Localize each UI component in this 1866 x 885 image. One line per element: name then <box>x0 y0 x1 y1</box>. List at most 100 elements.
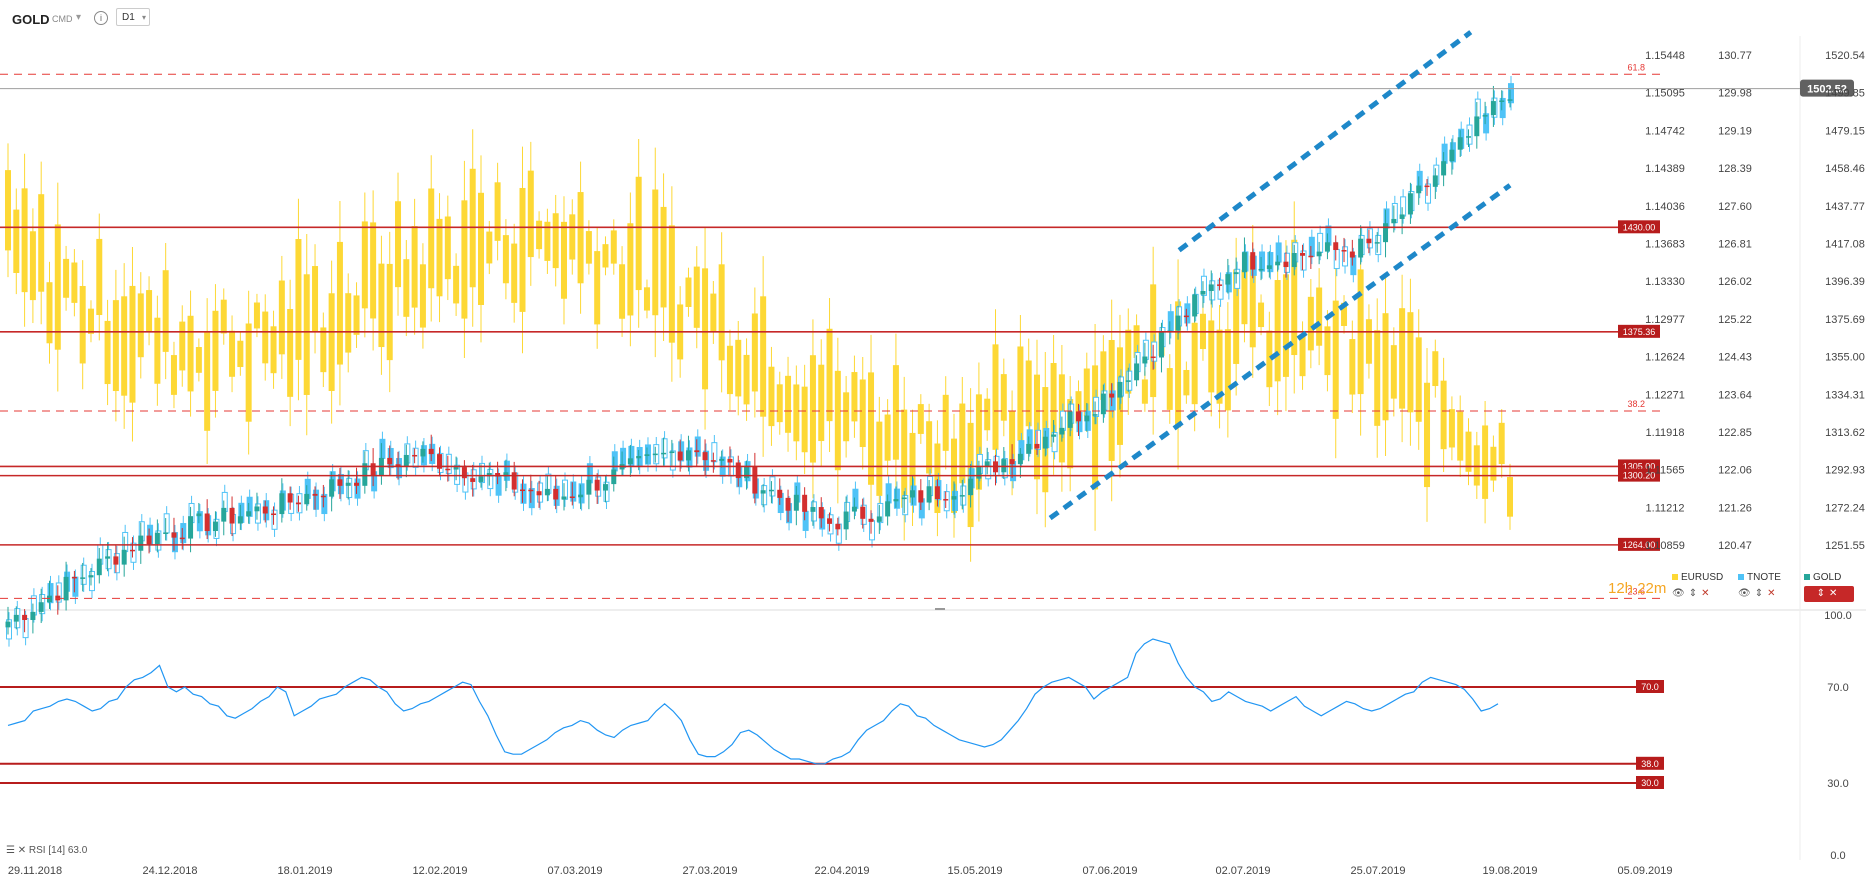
gold-candle <box>934 486 940 500</box>
gold-candle <box>876 516 882 522</box>
gold-axis-tick: 1355.00 <box>1825 352 1865 364</box>
eurusd-candle <box>195 347 202 373</box>
eurusd-candle <box>668 225 675 343</box>
eurusd-candle <box>594 251 601 325</box>
gold-candle <box>926 486 932 503</box>
tnote-candle <box>611 451 618 472</box>
eurusd-axis-tick: 1.11212 <box>1646 502 1685 514</box>
eurusd-candle <box>751 313 758 392</box>
gold-candle <box>212 521 218 532</box>
eurusd-candle <box>328 293 335 392</box>
up-down-arrows-icon[interactable]: ⇕ <box>1817 588 1829 599</box>
eurusd-candle <box>685 277 692 307</box>
x-axis-tick: 15.05.2019 <box>947 865 1002 877</box>
eurusd-candle <box>96 238 103 316</box>
gold-candle <box>1117 381 1123 398</box>
rsi-indicator-label[interactable]: ☰ ✕ RSI [14] 63.0 <box>6 845 87 856</box>
gold-candle <box>154 532 160 544</box>
close-icon[interactable]: ✕ <box>1701 588 1713 599</box>
close-icon[interactable]: ✕ <box>1767 588 1779 599</box>
tnote-candle <box>852 488 859 509</box>
gold-candle <box>1084 415 1090 422</box>
gold-candle <box>976 466 982 479</box>
gold-candle <box>345 482 351 486</box>
legend-item-eurusd[interactable]: EURUSD 👁⇕✕ <box>1672 572 1728 599</box>
tnote-candle <box>88 570 95 592</box>
gold-candle <box>88 575 94 578</box>
gold-candle <box>1291 253 1297 268</box>
eurusd-candle <box>146 290 153 332</box>
eurusd-candle <box>1365 319 1372 364</box>
rsi-label-text: RSI [14] 63.0 <box>28 845 88 856</box>
eurusd-axis-tick: 1.14742 <box>1645 125 1685 137</box>
tnote-candle <box>1167 311 1174 332</box>
up-down-arrows-icon[interactable]: ⇕ <box>1689 588 1701 599</box>
eurusd-candle <box>478 192 485 306</box>
gold-axis-tick: 1479.15 <box>1825 125 1865 137</box>
eurusd-candle <box>1307 296 1314 351</box>
legend-item-gold[interactable]: GOLD <box>1804 572 1860 583</box>
eurusd-candle <box>237 340 244 368</box>
eurusd-candle <box>1349 339 1356 395</box>
gold-candle <box>1208 284 1214 292</box>
gold-candle <box>295 502 301 505</box>
gold-candle <box>1275 261 1281 266</box>
eye-icon[interactable]: 👁 <box>1738 588 1755 599</box>
indicator-menu-icon[interactable]: ☰ ✕ <box>6 845 29 856</box>
pane-resize-handle[interactable] <box>935 608 945 610</box>
gold-candle <box>428 448 434 455</box>
tnote-candle <box>1317 232 1324 254</box>
up-down-arrows-icon[interactable]: ⇕ <box>1755 588 1767 599</box>
eurusd-candle <box>137 293 144 358</box>
rsi-axis-tick: 100.0 <box>1824 610 1852 622</box>
eurusd-candle <box>312 266 319 332</box>
legend-item-tnote[interactable]: TNOTE 👁⇕✕ <box>1738 572 1794 599</box>
eurusd-candle <box>287 309 294 397</box>
gold-candle <box>453 467 459 470</box>
eurusd-candle <box>204 331 211 431</box>
eurusd-axis-tick: 1.12271 <box>1645 389 1685 401</box>
gold-candle <box>594 479 600 491</box>
tnote-candle <box>943 491 950 512</box>
close-icon[interactable]: ✕ <box>1829 588 1841 599</box>
candle-countdown: 12h 22m <box>1608 580 1667 597</box>
eye-icon[interactable]: 👁 <box>1672 588 1689 599</box>
eurusd-candle <box>984 398 991 431</box>
gold-candle <box>910 490 916 498</box>
gold-candle <box>694 450 700 453</box>
tnote-candle <box>885 483 892 504</box>
gold-candle <box>1142 356 1148 364</box>
eurusd-candle <box>395 201 402 288</box>
gold-candle <box>354 482 360 486</box>
tnote-candle <box>271 509 278 530</box>
gold-candle <box>661 452 667 455</box>
eurusd-axis-tick: 1.13330 <box>1645 276 1685 288</box>
price-chart[interactable]: 1430.001375.361305.001300.201264.0061.83… <box>0 0 1866 885</box>
gold-candle <box>1424 185 1430 188</box>
eurusd-candle <box>1457 411 1464 461</box>
gold-candle <box>1507 99 1513 101</box>
gold-candle <box>752 466 758 494</box>
eurusd-candle <box>262 311 269 364</box>
level-tag-label: 1430.00 <box>1623 222 1656 232</box>
eurusd-candle <box>519 187 526 312</box>
gold-legend-controls[interactable]: ⇕✕ <box>1804 586 1854 602</box>
eurusd-candle <box>502 235 509 284</box>
gold-candle <box>1175 315 1181 331</box>
tnote-candle <box>1366 228 1373 249</box>
x-axis-tick: 25.07.2019 <box>1350 865 1405 877</box>
gold-candle <box>602 484 608 491</box>
tnote-candle <box>495 475 502 496</box>
eurusd-candle <box>959 403 966 484</box>
eurusd-candle <box>760 296 767 417</box>
gold-candle <box>1009 459 1015 465</box>
tnote-candle <box>354 478 361 499</box>
eurusd-candle <box>79 285 86 364</box>
gold-candle <box>80 577 86 579</box>
eurusd-candle <box>486 231 493 264</box>
eurusd-candle <box>818 364 825 442</box>
tnote-axis-tick: 122.06 <box>1718 465 1752 477</box>
eurusd-candle <box>619 264 626 319</box>
gold-candle <box>1241 252 1247 273</box>
tnote-candle <box>578 483 585 504</box>
